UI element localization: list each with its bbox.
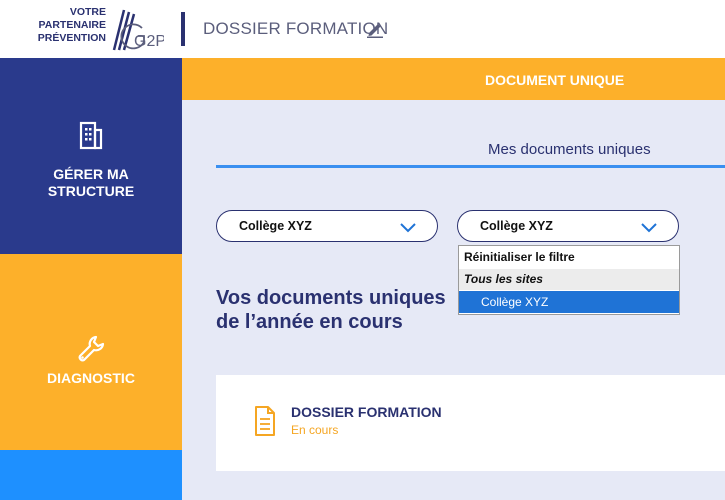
page-title: DOSSIER FORMATION [203,19,389,38]
chevron-down-icon [399,221,417,233]
svg-text:G2P: G2P [134,33,164,50]
sidebar-item-label: DIAGNOSTIC [47,370,135,386]
structure-filter-select[interactable]: Collège XYZ [216,210,438,242]
sidebar-item-diagnostic[interactable]: DIAGNOSTIC [0,254,182,450]
header-separator [181,12,185,46]
wrench-icon [76,334,106,364]
logo-mark: G2P [108,4,164,56]
site-filter-dropdown: Réinitialiser le filtre Tous les sites C… [458,245,680,315]
sidebar-item-next[interactable] [0,450,182,500]
sidebar-item-structure[interactable]: GÉRER MA STRUCTURE [0,58,182,254]
chevron-down-icon [640,221,658,233]
sidebar: GÉRER MA STRUCTURE DIAGNOSTIC [0,58,182,500]
g2p-logo[interactable]: VOTRE PARTENAIRE PRÉVENTION G2P [22,4,164,56]
dropdown-option-reset[interactable]: Réinitialiser le filtre [459,247,679,268]
pencil-icon[interactable] [366,20,384,38]
section-topbar: DOCUMENT UNIQUE [182,58,725,100]
site-filter-select[interactable]: Collège XYZ [457,210,679,242]
filter-value: Collège XYZ [480,219,553,233]
section-heading: Vos documents uniques de l’année en cour… [216,287,446,333]
dropdown-option-all-sites[interactable]: Tous les sites [459,269,679,290]
building-icon [76,120,106,150]
tab-mes-documents-uniques[interactable]: Mes documents uniques [488,141,651,158]
document-icon [254,405,276,437]
sidebar-item-label: GÉRER MA STRUCTURE [47,166,135,199]
dropdown-option-college-xyz[interactable]: Collège XYZ [459,291,679,313]
document-card[interactable]: DOSSIER FORMATION En cours [216,375,725,471]
logo-text: VOTRE PARTENAIRE PRÉVENTION [37,6,106,44]
top-header: VOTRE PARTENAIRE PRÉVENTION G2P DOSSIER … [0,0,725,58]
main-content: DOCUMENT UNIQUE Mes documents uniques Co… [182,58,725,500]
document-title: DOSSIER FORMATION [291,404,442,420]
tab-underline [216,165,725,168]
filter-value: Collège XYZ [239,219,312,233]
section-title: DOCUMENT UNIQUE [485,72,625,88]
document-status: En cours [291,423,339,437]
